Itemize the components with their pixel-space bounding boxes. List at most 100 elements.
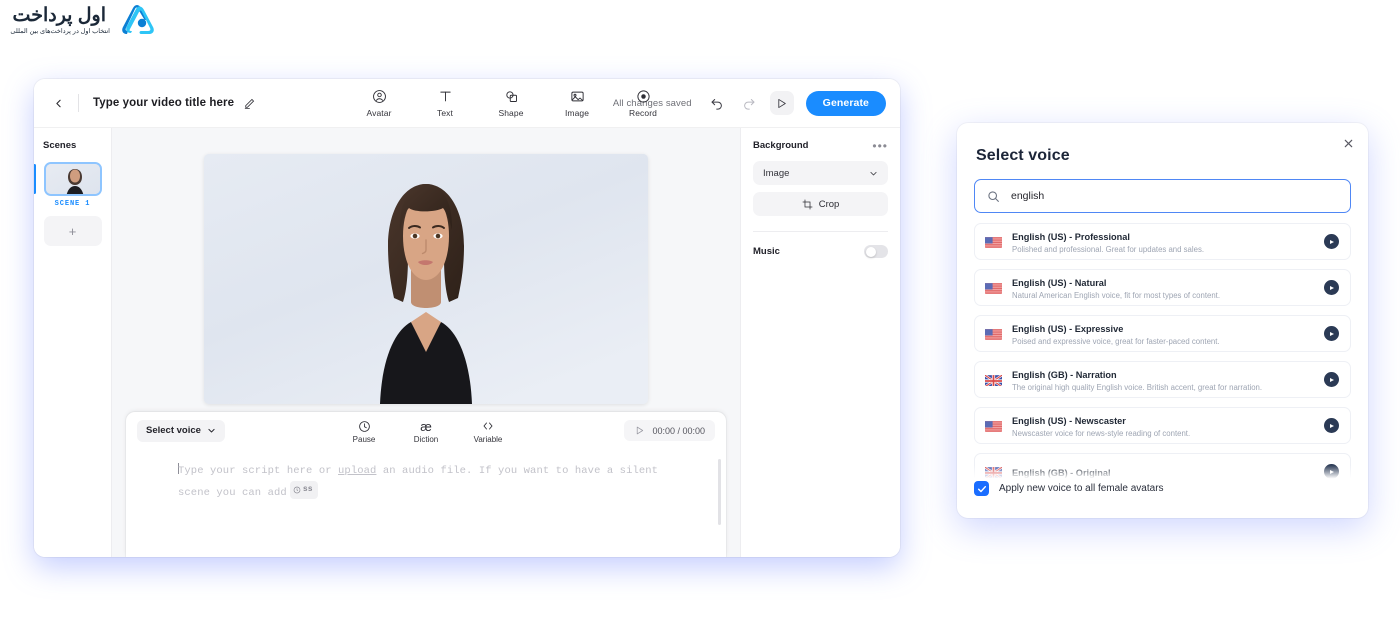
tool-shape-label: Shape bbox=[498, 108, 524, 118]
search-input[interactable] bbox=[1011, 190, 1338, 202]
tool-image[interactable]: Image bbox=[557, 88, 597, 118]
ellipsis-icon[interactable]: ••• bbox=[872, 140, 888, 152]
voice-description: Poised and expressive voice, great for f… bbox=[1012, 337, 1220, 347]
tool-diction[interactable]: æ Diction bbox=[404, 418, 448, 445]
voice-text: English (US) - Professional Polished and… bbox=[1012, 227, 1324, 256]
voice-text: English (GB) - Original bbox=[1012, 463, 1324, 481]
chevron-down-icon bbox=[208, 428, 215, 433]
close-icon bbox=[1344, 139, 1352, 147]
tool-avatar[interactable]: Avatar bbox=[359, 88, 399, 118]
tool-variable[interactable]: Variable bbox=[466, 419, 510, 444]
preview-voice-button[interactable] bbox=[1324, 326, 1339, 341]
voice-name: English (US) - Professional bbox=[1012, 232, 1130, 243]
tool-shape[interactable]: Shape bbox=[491, 88, 531, 118]
undo-icon bbox=[711, 99, 722, 110]
flag-us-icon bbox=[985, 420, 1002, 432]
preview-voice-button[interactable] bbox=[1324, 234, 1339, 249]
tool-text[interactable]: Text bbox=[425, 88, 465, 118]
search-icon bbox=[988, 190, 999, 202]
record-icon bbox=[636, 88, 651, 105]
clock-icon bbox=[358, 419, 371, 433]
voice-name: English (GB) - Narration bbox=[1012, 370, 1117, 381]
logo-title-fa: اول پرداخت bbox=[12, 5, 106, 26]
check-icon bbox=[977, 485, 986, 492]
screenshot-root: اول پرداخت انتخاب اول در پرداخت‌های بین … bbox=[0, 0, 1400, 644]
silent-second-label: ss bbox=[302, 485, 313, 495]
video-preview-stage[interactable] bbox=[204, 154, 648, 404]
code-brackets-icon bbox=[481, 419, 495, 433]
audio-time-display: 00:00 / 00:00 bbox=[652, 425, 705, 436]
select-voice-dropdown[interactable]: Select voice bbox=[137, 419, 225, 442]
scenes-heading: Scenes bbox=[43, 140, 77, 151]
logo-mark-icon bbox=[122, 5, 154, 35]
tool-record[interactable]: Record bbox=[623, 88, 663, 118]
add-scene-button[interactable]: + bbox=[43, 216, 102, 246]
scene-avatar-thumb-icon bbox=[45, 164, 100, 194]
scene-item-1[interactable]: SCENE 1 bbox=[43, 162, 102, 208]
play-icon bbox=[1330, 469, 1335, 474]
close-dialog-button[interactable] bbox=[1341, 136, 1355, 150]
script-panel: Select voice Pause æ Diction Variable 00… bbox=[126, 412, 726, 557]
tool-record-label: Record bbox=[628, 108, 657, 118]
voice-list[interactable]: English (US) - Professional Polished and… bbox=[957, 213, 1368, 481]
editor-toolbar: Type your video title here Avatar Text S… bbox=[34, 79, 900, 128]
voice-option-5[interactable]: English (GB) - Original bbox=[974, 453, 1351, 481]
preview-voice-button[interactable] bbox=[1324, 372, 1339, 387]
back-button[interactable] bbox=[46, 91, 70, 115]
video-title-input[interactable]: Type your video title here bbox=[93, 97, 234, 109]
text-icon bbox=[438, 88, 453, 105]
voice-option-0[interactable]: English (US) - Professional Polished and… bbox=[974, 223, 1351, 260]
music-toggle[interactable] bbox=[864, 245, 888, 258]
canvas-area: Select voice Pause æ Diction Variable 00… bbox=[112, 128, 740, 557]
voice-search-box[interactable] bbox=[974, 179, 1351, 213]
script-toolbar: Select voice Pause æ Diction Variable 00… bbox=[126, 412, 726, 449]
apply-all-checkbox[interactable] bbox=[974, 481, 989, 496]
play-icon bbox=[637, 426, 644, 435]
generate-button[interactable]: Generate bbox=[805, 90, 886, 116]
script-placeholder-part1: Type your script here or bbox=[178, 465, 339, 477]
flag-us-icon bbox=[985, 282, 1002, 294]
apply-all-label: Apply new voice to all female avatars bbox=[999, 483, 1164, 494]
properties-panel: Background ••• Image Crop Music bbox=[740, 128, 900, 557]
active-scene-indicator bbox=[34, 164, 36, 194]
voice-description: Polished and professional. Great for upd… bbox=[1012, 245, 1205, 255]
background-type-select[interactable]: Image bbox=[753, 161, 888, 185]
toolbar-divider bbox=[78, 94, 79, 112]
play-icon bbox=[1330, 423, 1335, 428]
scene-thumbnail bbox=[43, 162, 102, 196]
script-scrollbar[interactable] bbox=[718, 459, 721, 525]
tool-variable-label: Variable bbox=[473, 435, 503, 444]
upload-link[interactable]: upload bbox=[338, 465, 376, 477]
play-icon bbox=[778, 98, 786, 108]
tool-pause[interactable]: Pause bbox=[342, 419, 386, 444]
voice-option-1[interactable]: English (US) - Natural Natural American … bbox=[974, 269, 1351, 306]
phonetic-ae-icon: æ bbox=[420, 418, 432, 434]
tool-pause-label: Pause bbox=[352, 435, 376, 444]
voice-option-3[interactable]: English (GB) - Narration The original hi… bbox=[974, 361, 1351, 398]
audio-playback-control[interactable]: 00:00 / 00:00 bbox=[624, 420, 715, 441]
voice-name: English (US) - Expressive bbox=[1012, 324, 1124, 335]
undo-button[interactable] bbox=[706, 92, 728, 114]
preview-voice-button[interactable] bbox=[1324, 280, 1339, 295]
pencil-icon bbox=[244, 98, 255, 109]
play-icon bbox=[1330, 239, 1335, 244]
crop-button[interactable]: Crop bbox=[753, 192, 888, 216]
select-voice-dialog: Select voice English (US) - Professional… bbox=[957, 123, 1368, 518]
crop-label: Crop bbox=[818, 198, 840, 210]
crop-icon bbox=[802, 199, 813, 209]
redo-button[interactable] bbox=[738, 92, 760, 114]
edit-title-button[interactable] bbox=[243, 97, 256, 110]
background-section-header: Background ••• bbox=[753, 140, 888, 152]
voice-option-2[interactable]: English (US) - Expressive Poised and exp… bbox=[974, 315, 1351, 352]
preview-voice-button[interactable] bbox=[1324, 418, 1339, 433]
scenes-panel: Scenes SCENE 1 + bbox=[34, 128, 112, 557]
shape-icon bbox=[504, 88, 519, 105]
script-editor[interactable]: Type your script here or upload an audio… bbox=[126, 449, 726, 557]
panel-divider bbox=[753, 231, 888, 232]
music-title: Music bbox=[753, 246, 780, 257]
preview-voice-button[interactable] bbox=[1324, 464, 1339, 479]
preview-button[interactable] bbox=[769, 91, 794, 115]
voice-name: English (US) - Newscaster bbox=[1012, 416, 1126, 427]
voice-option-4[interactable]: English (US) - Newscaster Newscaster voi… bbox=[974, 407, 1351, 444]
redo-icon bbox=[743, 99, 755, 110]
